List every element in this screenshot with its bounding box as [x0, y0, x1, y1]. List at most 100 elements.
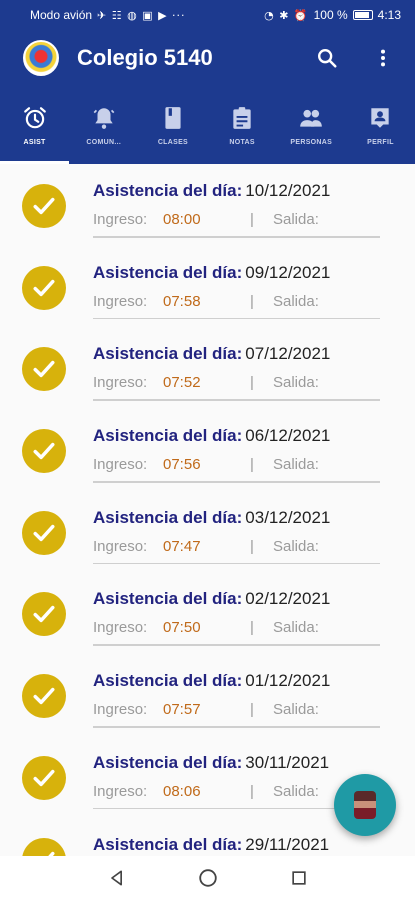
tab-asist[interactable]: ASIST — [0, 86, 70, 164]
attendance-date: 07/12/2021 — [245, 344, 331, 364]
check-circle-icon — [22, 265, 66, 310]
attendance-date: 30/11/2021 — [245, 752, 330, 772]
in-label: Ingreso: — [93, 211, 148, 228]
profile-icon — [371, 107, 390, 128]
attendance-date: 03/12/2021 — [245, 507, 331, 527]
divider — [93, 399, 380, 401]
attendance-label: Asistencia del día: — [93, 344, 243, 364]
out-label: Salida: — [273, 537, 319, 555]
in-label: Ingreso: — [93, 292, 148, 310]
tab-personas[interactable]: PERSONAS — [277, 86, 346, 164]
list-item[interactable]: Asistencia del día: 06/12/2021 Ingreso: 07… — [0, 409, 415, 491]
check-circle-icon — [22, 184, 66, 228]
separator: | — [250, 211, 254, 228]
out-label: Salida: — [273, 456, 319, 474]
attendance-list[interactable]: Asistencia del día: 10/12/2021 Ingreso: 08… — [0, 164, 415, 856]
app-bar: Colegio 5140 — [0, 30, 415, 86]
tab-label: CLASES — [157, 138, 189, 146]
check-circle-icon — [22, 674, 66, 719]
battery-icon — [352, 10, 373, 20]
book-icon — [165, 106, 181, 129]
divider — [93, 726, 380, 728]
attendance-date: 06/12/2021 — [245, 426, 331, 446]
in-time: 08:06 — [163, 782, 201, 800]
status-icons: ✈ ☷ ◍ ▣ ▶ ··· — [97, 8, 186, 22]
in-label: Ingreso: — [93, 537, 148, 555]
recents-icon[interactable] — [289, 868, 309, 888]
in-time: 08:00 — [163, 211, 201, 228]
tab-label: NOTAS — [229, 138, 255, 146]
attendance-date: 01/12/2021 — [245, 671, 331, 691]
user-photo-avatar — [354, 791, 376, 819]
list-item[interactable]: Asistencia del día: 02/12/2021 Ingreso: 07… — [0, 572, 415, 654]
check-circle-icon — [22, 429, 66, 474]
tab-notas[interactable]: NOTAS — [208, 86, 277, 164]
system-nav-bar — [0, 856, 415, 900]
separator: | — [250, 292, 254, 310]
divider — [93, 481, 380, 483]
separator: | — [250, 537, 254, 555]
separator: | — [250, 701, 254, 719]
in-label: Ingreso: — [93, 619, 148, 637]
attendance-date: 09/12/2021 — [245, 262, 331, 282]
separator: | — [250, 374, 254, 392]
attendance-date: 29/11/2021 — [245, 834, 330, 854]
attendance-label: Asistencia del día: — [93, 181, 243, 200]
separator: | — [250, 619, 254, 637]
bell-icon — [93, 107, 115, 129]
more-vert-icon[interactable] — [369, 44, 397, 72]
list-item[interactable]: Asistencia del día: 07/12/2021 Ingreso: 07… — [0, 327, 415, 409]
check-circle-icon — [22, 755, 66, 800]
system-icons: ◔ ✱ ⏰ — [264, 8, 309, 22]
divider — [93, 562, 380, 565]
in-label: Ingreso: — [93, 374, 148, 392]
in-time: 07:58 — [163, 292, 201, 310]
separator: | — [250, 782, 254, 800]
out-label: Salida: — [273, 374, 319, 392]
list-item[interactable]: Asistencia del día: 03/12/2021 Ingreso: 07… — [0, 491, 415, 573]
attendance-label: Asistencia del día: — [93, 671, 243, 691]
clock-text: 4:13 — [377, 8, 401, 22]
tab-clases[interactable]: CLASES — [138, 86, 207, 164]
back-icon[interactable] — [107, 868, 127, 888]
divider — [93, 644, 380, 646]
search-icon[interactable] — [313, 44, 341, 72]
tab-bar: ASIST COMUN... CLASES NOTAS PERSONAS PER… — [0, 86, 415, 164]
tab-perfil[interactable]: PERFIL — [346, 86, 415, 164]
in-time: 07:57 — [163, 701, 201, 719]
attendance-label: Asistencia del día: — [93, 426, 243, 446]
attendance-label: Asistencia del día: — [93, 834, 243, 854]
in-time: 07:50 — [163, 619, 201, 637]
profile-fab-button[interactable] — [334, 774, 396, 836]
out-label: Salida: — [273, 292, 319, 310]
attendance-label: Asistencia del día: — [93, 752, 243, 772]
separator: | — [250, 456, 254, 474]
out-label: Salida: — [273, 782, 319, 800]
school-logo — [23, 40, 59, 76]
check-circle-icon — [22, 837, 66, 856]
list-item[interactable]: Asistencia del día: 01/12/2021 Ingreso: 07… — [0, 654, 415, 736]
out-label: Salida: — [273, 211, 319, 228]
divider — [93, 236, 380, 238]
divider — [93, 317, 380, 320]
attendance-label: Asistencia del día: — [93, 262, 243, 282]
attendance-label: Asistencia del día: — [93, 589, 243, 609]
list-item[interactable]: Asistencia del día: 10/12/2021 Ingreso: 08… — [0, 164, 415, 246]
out-label: Salida: — [273, 701, 319, 719]
check-circle-icon — [22, 592, 66, 637]
in-time: 07:47 — [163, 537, 201, 555]
tab-label: ASIST — [23, 138, 46, 146]
attendance-date: 10/12/2021 — [245, 181, 331, 200]
carrier-text: Modo avión — [30, 8, 93, 22]
home-icon[interactable] — [197, 867, 219, 889]
app-title: Colegio 5140 — [77, 45, 213, 70]
list-item[interactable]: Asistencia del día: 09/12/2021 Ingreso: 07… — [0, 246, 415, 328]
status-bar: Modo avión ✈ ☷ ◍ ▣ ▶ ··· ◔ ✱ ⏰ 100 % 4:1… — [0, 0, 415, 30]
in-label: Ingreso: — [93, 782, 148, 800]
check-circle-icon — [22, 347, 66, 392]
tab-comunicados[interactable]: COMUN... — [69, 86, 138, 164]
clipboard-icon — [233, 106, 251, 129]
in-label: Ingreso: — [93, 456, 148, 474]
in-time: 07:56 — [163, 456, 201, 474]
people-icon — [300, 109, 323, 127]
